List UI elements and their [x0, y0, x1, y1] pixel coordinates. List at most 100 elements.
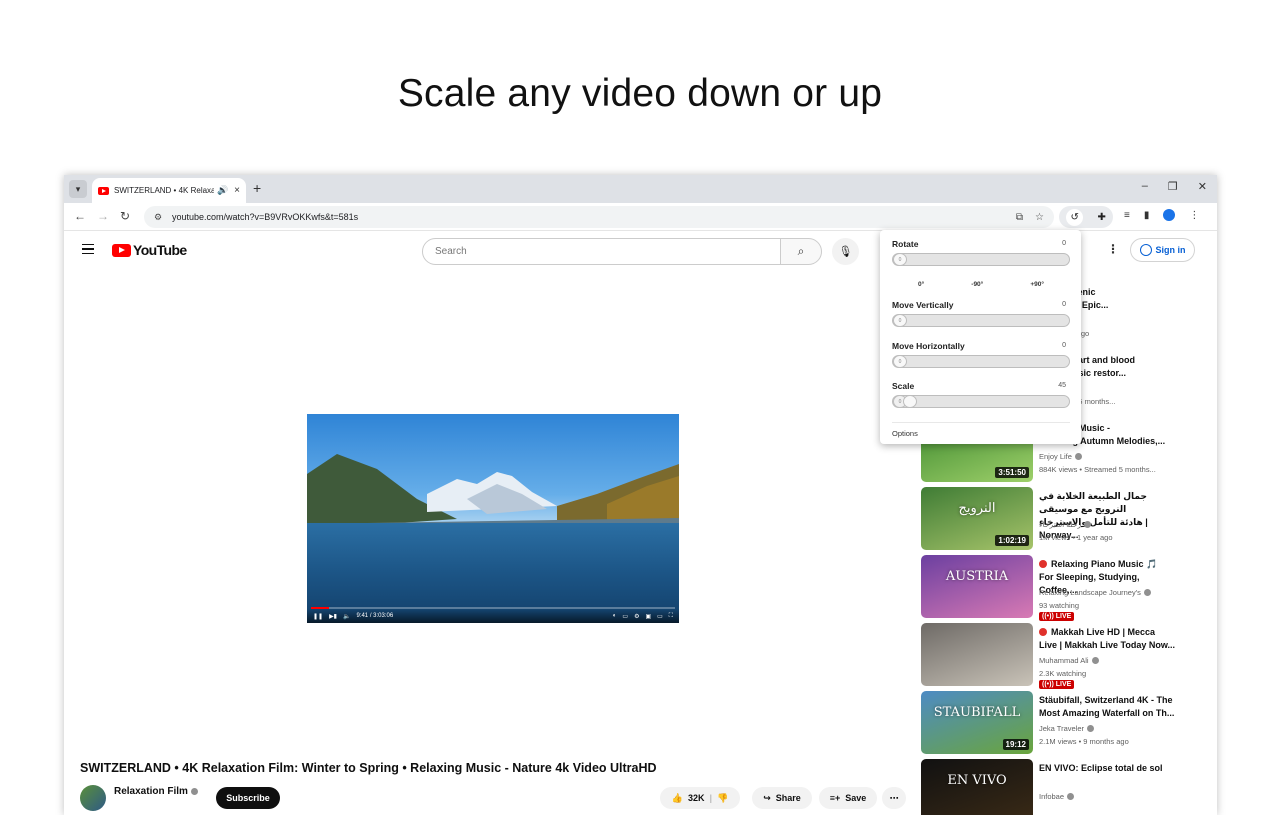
recommendation-item[interactable]: النرويج1:02:19جمال الطبيعة الخلابة في ال… [921, 487, 1191, 551]
move-horizontally-slider[interactable]: 0 [892, 355, 1070, 368]
recommendation-title[interactable]: EN VIVO: Eclipse total de sol [1039, 762, 1179, 775]
recommendation-item[interactable]: Makkah Live HD | MeccaLive | Makkah Live… [921, 623, 1191, 687]
url-text[interactable]: youtube.com/watch?v=B9VRvOKKwfs&t=581s [172, 212, 358, 222]
divider: | [709, 793, 712, 803]
tab-search-button[interactable]: ▾ [69, 180, 87, 198]
thumbnail-label: النرويج [921, 501, 1033, 516]
move-vertically-knob[interactable]: 0 [893, 314, 907, 327]
rotate-plus90-button[interactable]: +90° [1030, 281, 1044, 288]
recommendation-channel-name: Muhammad Ali [1039, 656, 1089, 665]
pause-icon[interactable]: ❚❚ [313, 613, 323, 620]
live-dot-icon [1039, 560, 1047, 568]
like-dislike-button[interactable]: 👍 32K | 👎 [660, 787, 740, 809]
channel-name-link[interactable]: Relaxation Film [114, 786, 198, 797]
channel-avatar[interactable] [80, 785, 106, 811]
reload-icon[interactable]: ↻ [120, 209, 130, 223]
miniplayer-icon[interactable]: ▣ [645, 613, 651, 620]
hamburger-menu-icon[interactable] [82, 244, 94, 254]
video-duration: 19:12 [1003, 739, 1029, 750]
captions-icon[interactable]: ▭ [622, 613, 628, 620]
recommendation-channel-name: Jeka Traveler [1039, 724, 1084, 733]
save-label: Save [845, 793, 866, 803]
verified-icon [1075, 453, 1082, 460]
move-vertically-slider[interactable]: 0 [892, 314, 1070, 327]
subscribe-button[interactable]: Subscribe [216, 787, 280, 809]
search-input[interactable]: Search [422, 238, 781, 265]
media-controls-icon[interactable]: ≡ [1124, 210, 1130, 221]
channel-row: Relaxation Film Subscribe 👍 32K | 👎 ↪ Sh… [80, 783, 910, 807]
video-player[interactable]: ❚❚ ▶▮ 🔈 9:41 / 3:03:06 ◐ ▭ ⚙ ▣ ▭ ⛶ [307, 414, 679, 623]
theater-icon[interactable]: ▭ [657, 613, 663, 620]
profile-avatar-icon[interactable] [1163, 209, 1175, 221]
move-horizontally-value: 0 [1062, 342, 1066, 349]
recommendation-item[interactable]: EN VIVOEN VIVO: Eclipse total de solInfo… [921, 759, 1191, 815]
tab-title: SWITZERLAND • 4K Relaxa [114, 186, 214, 195]
recommendation-channel[interactable]: Enjoy Life [1039, 452, 1082, 461]
video-settings-icon[interactable]: ⚙ [634, 613, 639, 620]
fullscreen-icon[interactable]: ⛶ [669, 613, 673, 620]
chevron-down-icon: ▾ [76, 184, 81, 195]
forward-arrow-icon[interactable]: → [97, 209, 109, 223]
recommendation-meta: 884K views • Streamed 5 months... [1039, 465, 1156, 474]
recommendation-channel[interactable]: Jeka Traveler [1039, 724, 1094, 733]
recommendation-item[interactable]: AUSTRIARelaxing Piano Music 🎵For Sleepin… [921, 555, 1191, 619]
video-thumbnail[interactable]: STAUBIFALL19:12 [921, 691, 1033, 754]
install-app-icon[interactable]: ⧉ [1016, 212, 1023, 223]
recommendation-title-line2: Most Amazing Waterfall on Th... [1039, 708, 1174, 718]
recommendation-channel[interactable]: Relaxing Landscape Journey's [1039, 588, 1151, 597]
new-tab-button[interactable]: + [253, 180, 261, 196]
scale-slider[interactable]: 0 [892, 395, 1070, 408]
more-actions-button[interactable]: ⋯ [882, 787, 906, 809]
autoplay-toggle-icon[interactable]: ◐ [613, 613, 617, 619]
sign-in-button[interactable]: Sign in [1130, 238, 1195, 262]
thumbs-down-icon: 👎 [717, 793, 728, 804]
restore-button[interactable]: ❐ [1168, 180, 1178, 193]
move-horizontally-knob[interactable]: 0 [893, 355, 907, 368]
video-title: SWITZERLAND • 4K Relaxation Film: Winter… [80, 761, 657, 775]
side-panel-icon[interactable]: ▮ [1144, 210, 1150, 221]
video-thumbnail[interactable]: النرويج1:02:19 [921, 487, 1033, 550]
live-dot-icon [1039, 628, 1047, 636]
rotate-slider-knob[interactable]: 0 [893, 253, 907, 266]
tab-close-button[interactable]: × [234, 185, 240, 196]
recommendation-channel[interactable]: Muhammad Ali [1039, 656, 1099, 665]
rotate-slider[interactable]: 0 [892, 253, 1070, 266]
address-bar[interactable]: ⚙ youtube.com/watch?v=B9VRvOKKwfs&t=581s… [144, 206, 1054, 228]
speaker-icon[interactable]: 🔊 [217, 185, 228, 196]
site-settings-icon[interactable]: ⚙ [150, 209, 166, 225]
video-thumbnail[interactable]: EN VIVO [921, 759, 1033, 815]
recommendation-title-line1: EN VIVO: Eclipse total de sol [1039, 763, 1163, 773]
kebab-menu-icon[interactable]: ⋮ [1189, 210, 1199, 221]
rotate-extension-icon[interactable]: ↺ [1066, 209, 1083, 226]
recommendation-channel[interactable]: رحلة استرخاء [1039, 520, 1091, 529]
volume-icon[interactable]: 🔈 [343, 613, 350, 620]
options-link[interactable]: Options [892, 429, 918, 438]
share-icon: ↪ [763, 793, 771, 804]
bookmark-star-icon[interactable]: ☆ [1035, 212, 1044, 223]
youtube-logo[interactable]: YouTube [112, 242, 187, 258]
save-button[interactable]: ≡+ Save [819, 787, 877, 809]
minimize-button[interactable]: – [1142, 180, 1148, 193]
next-icon[interactable]: ▶▮ [329, 613, 337, 620]
recommendation-item[interactable]: STAUBIFALL19:12Stäubifall, Switzerland 4… [921, 691, 1191, 755]
share-button[interactable]: ↪ Share [752, 787, 812, 809]
recommendation-meta: 93 watching [1039, 601, 1079, 610]
video-thumbnail[interactable]: AUSTRIA [921, 555, 1033, 618]
search-button[interactable]: ⌕ [780, 238, 822, 265]
back-arrow-icon[interactable]: ← [74, 209, 86, 223]
close-window-button[interactable]: ✕ [1198, 180, 1207, 193]
recommendation-title[interactable]: Makkah Live HD | MeccaLive | Makkah Live… [1039, 626, 1179, 652]
browser-tab[interactable]: SWITZERLAND • 4K Relaxa 🔊 × [92, 178, 246, 203]
rotate-minus90-button[interactable]: -90° [971, 281, 983, 288]
rotate-label: Rotate [892, 239, 918, 249]
scale-slider-knob[interactable] [903, 395, 917, 408]
voice-search-button[interactable]: 🎙 [832, 238, 859, 265]
verified-icon [1067, 793, 1074, 800]
youtube-favicon-icon [98, 187, 109, 195]
settings-more-icon[interactable]: ⋮ [1107, 242, 1119, 256]
puzzle-extensions-icon[interactable]: ✚ [1097, 212, 1105, 223]
recommendation-title[interactable]: Stäubifall, Switzerland 4K - TheMost Ama… [1039, 694, 1179, 720]
channel-name: Relaxation Film [114, 786, 188, 797]
rotate-0-button[interactable]: 0° [918, 281, 924, 288]
video-thumbnail[interactable] [921, 623, 1033, 686]
